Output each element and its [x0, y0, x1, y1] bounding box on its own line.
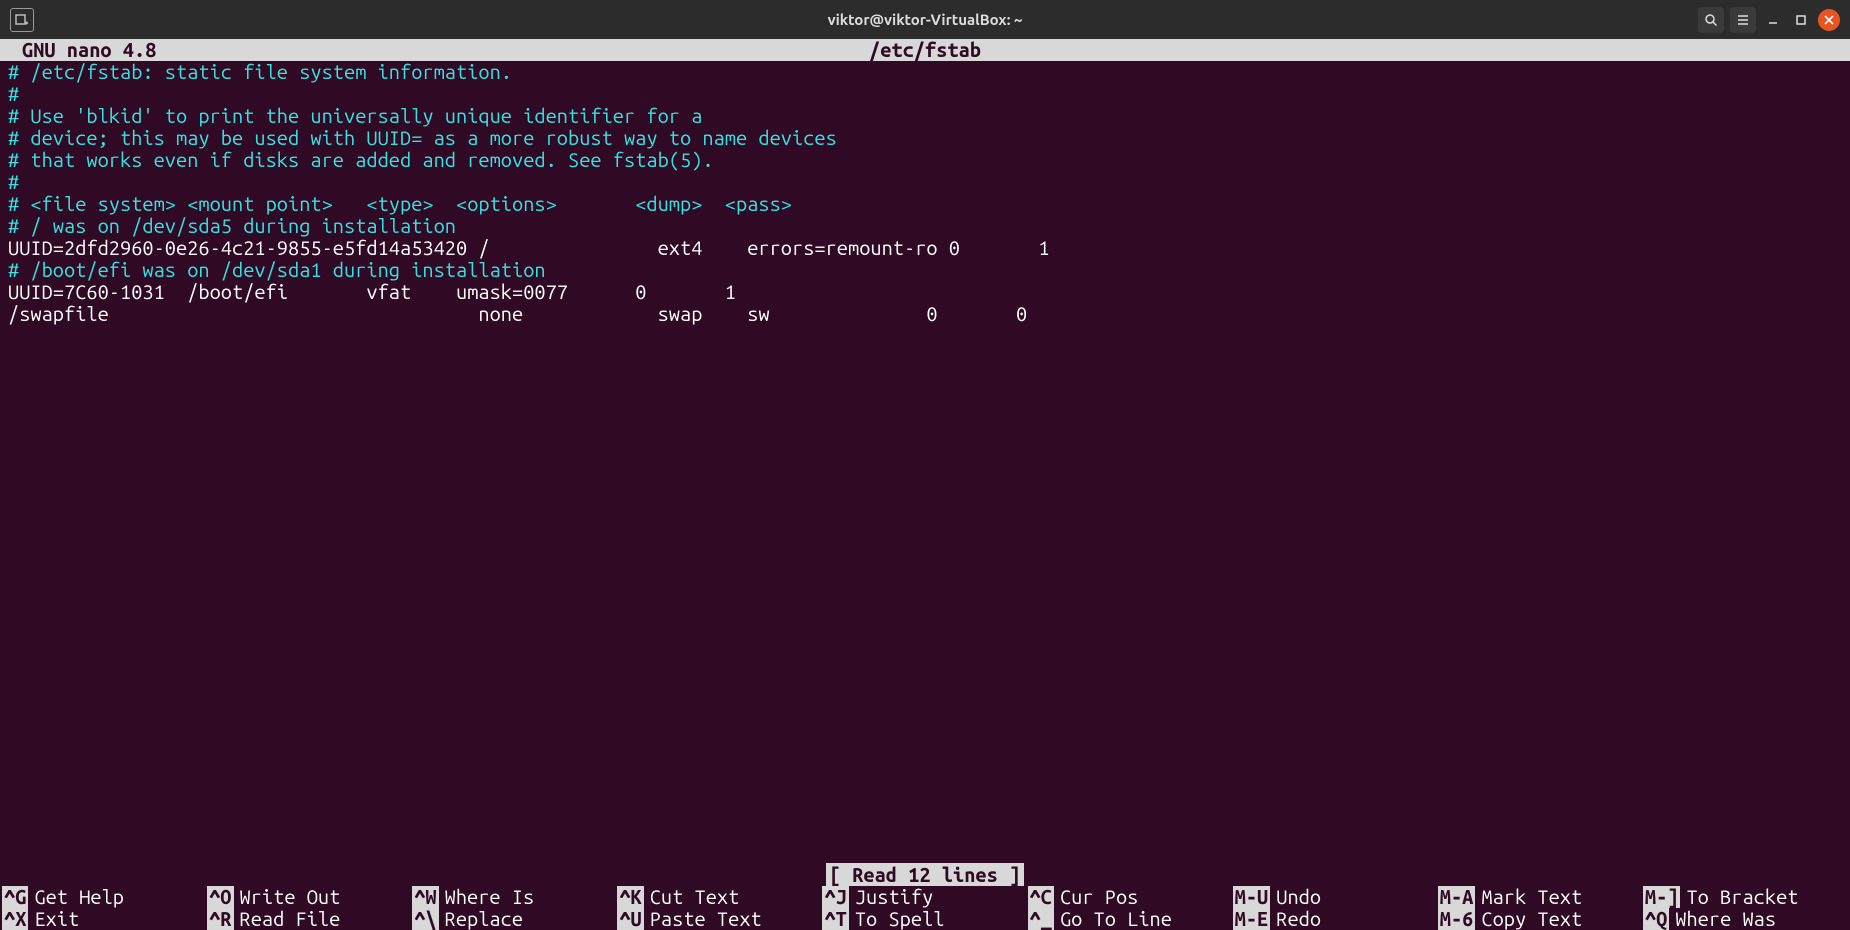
file-line: # /etc/fstab: static file system informa… — [8, 61, 1842, 83]
nano-filename: /etc/fstab — [0, 39, 1850, 61]
shortcut-label: Mark Text — [1481, 886, 1582, 908]
shortcut-key: ^J — [822, 886, 848, 908]
shortcut-item: ^K Cut Text — [617, 886, 822, 908]
shortcut-key: ^K — [617, 886, 643, 908]
shortcut-item: ^R Read File — [207, 908, 412, 930]
shortcut-item: ^\ Replace — [412, 908, 617, 930]
shortcut-item: ^G Get Help — [2, 886, 207, 908]
shortcut-key: ^T — [822, 908, 848, 930]
shortcut-key: ^X — [2, 908, 28, 930]
shortcut-label: Where Is — [445, 886, 535, 908]
file-line: # — [8, 171, 1842, 193]
shortcut-item: M-ERedo — [1233, 908, 1438, 930]
file-line: # Use 'blkid' to print the universally u… — [8, 105, 1842, 127]
file-line: # that works even if disks are added and… — [8, 149, 1842, 171]
shortcut-item: ^W Where Is — [412, 886, 617, 908]
shortcut-item: ^C Cur Pos — [1028, 886, 1233, 908]
shortcut-key: M-E — [1233, 908, 1271, 930]
file-line: # — [8, 83, 1842, 105]
shortcut-item: ^J Justify — [822, 886, 1027, 908]
shortcut-key: ^Q — [1643, 908, 1669, 930]
window-title: viktor@viktor-VirtualBox: ~ — [0, 9, 1850, 31]
shortcut-item: M-AMark Text — [1438, 886, 1643, 908]
shortcut-bar: ^G Get Help ^O Write Out ^W Where Is ^K Cut Tex… — [0, 886, 1850, 930]
shortcut-label: To Bracket — [1686, 886, 1798, 908]
shortcut-key: ^O — [207, 886, 233, 908]
file-line: # <file system> <mount point> <type> <op… — [8, 193, 1842, 215]
shortcut-item: ^U Paste Text — [617, 908, 822, 930]
file-line: UUID=7C60-1031 /boot/efi vfat umask=0077… — [8, 281, 1842, 303]
status-message: [ Read 12 lines ] — [826, 863, 1024, 886]
file-line: # device; this may be used with UUID= as… — [8, 127, 1842, 149]
shortcut-label: Paste Text — [650, 908, 762, 930]
shortcut-label: To Spell — [855, 908, 945, 930]
shortcut-key: ^G — [2, 886, 28, 908]
file-line: /swapfile none swap sw 0 0 — [8, 303, 1842, 325]
shortcut-label: Justify — [855, 886, 933, 908]
shortcut-item: ^_ Go To Line — [1028, 908, 1233, 930]
maximize-button[interactable] — [1790, 9, 1812, 31]
shortcut-label: Exit — [34, 908, 79, 930]
shortcut-key: M-6 — [1438, 908, 1476, 930]
shortcut-item: M-6Copy Text — [1438, 908, 1643, 930]
shortcut-label: Replace — [445, 908, 523, 930]
shortcut-label: Get Help — [34, 886, 124, 908]
new-tab-icon[interactable] — [10, 8, 34, 32]
shortcut-key: ^W — [412, 886, 438, 908]
file-line: UUID=2dfd2960-0e26-4c21-9855-e5fd14a5342… — [8, 237, 1842, 259]
shortcut-item: ^O Write Out — [207, 886, 412, 908]
status-bar: [ Read 12 lines ] — [0, 864, 1850, 886]
shortcut-label: Undo — [1276, 886, 1321, 908]
window-titlebar: viktor@viktor-VirtualBox: ~ — [0, 0, 1850, 39]
shortcut-label: Read File — [240, 908, 341, 930]
menu-button[interactable] — [1730, 7, 1756, 33]
shortcut-item: M-]To Bracket — [1643, 886, 1848, 908]
shortcut-label: Where Was — [1675, 908, 1776, 930]
shortcut-key: M-U — [1233, 886, 1271, 908]
shortcut-label: Cur Pos — [1060, 886, 1138, 908]
shortcut-key: ^C — [1028, 886, 1054, 908]
shortcut-key: ^R — [207, 908, 233, 930]
shortcut-item: ^X Exit — [2, 908, 207, 930]
nano-header: GNU nano 4.8 /etc/fstab — [0, 39, 1850, 61]
file-line: # /boot/efi was on /dev/sda1 during inst… — [8, 259, 1842, 281]
shortcut-key: ^U — [617, 908, 643, 930]
file-content[interactable]: # /etc/fstab: static file system informa… — [8, 61, 1842, 325]
shortcut-label: Copy Text — [1481, 908, 1582, 930]
shortcut-key: ^\ — [412, 908, 438, 930]
titlebar-left — [0, 8, 34, 32]
shortcut-label: Write Out — [240, 886, 341, 908]
close-button[interactable] — [1818, 9, 1840, 31]
shortcut-key: ^_ — [1028, 908, 1054, 930]
shortcut-label: Redo — [1276, 908, 1321, 930]
file-line: # / was on /dev/sda5 during installation — [8, 215, 1842, 237]
shortcut-item: ^Q Where Was — [1643, 908, 1848, 930]
titlebar-right — [1698, 7, 1850, 33]
shortcut-item: ^T To Spell — [822, 908, 1027, 930]
shortcut-key: M-A — [1438, 886, 1476, 908]
shortcut-item: M-UUndo — [1233, 886, 1438, 908]
shortcut-key: M-] — [1643, 886, 1681, 908]
shortcut-label: Cut Text — [650, 886, 740, 908]
search-button[interactable] — [1698, 7, 1724, 33]
terminal-area[interactable]: GNU nano 4.8 /etc/fstab # /etc/fstab: st… — [0, 39, 1850, 930]
shortcut-label: Go To Line — [1060, 908, 1172, 930]
minimize-button[interactable] — [1762, 9, 1784, 31]
